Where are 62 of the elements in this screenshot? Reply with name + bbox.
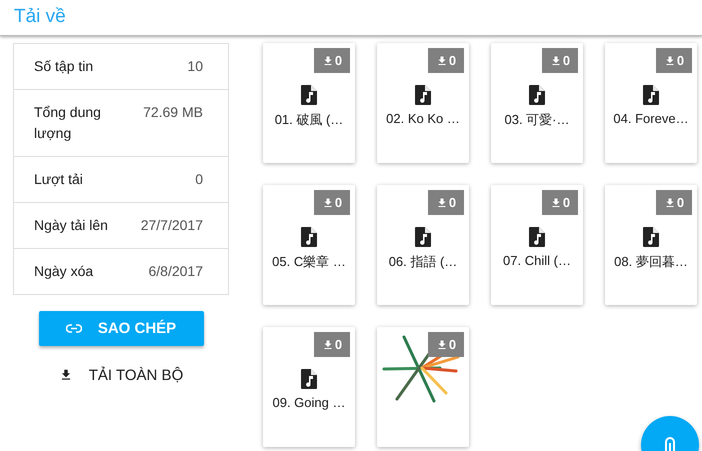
music-file-icon	[415, 85, 431, 105]
download-count: 0	[428, 190, 464, 215]
music-file-icon	[643, 85, 659, 105]
download-icon	[664, 54, 676, 66]
music-file-icon	[529, 85, 545, 105]
file-card[interactable]: 04. Foreve… 0	[605, 43, 697, 163]
file-name: 03. 可愛·…	[504, 111, 570, 129]
info-value: 6/8/2017	[148, 262, 203, 281]
file-name: 08. 夢回暮…	[614, 253, 688, 271]
file-card[interactable]: 08. 夢回暮… 0	[605, 185, 697, 305]
download-count: 0	[314, 190, 350, 215]
file-name: 09. Going …	[272, 395, 346, 410]
download-count: 0	[656, 48, 692, 73]
info-label: Lượt tải	[34, 170, 84, 189]
file-card[interactable]: 05. C樂章 … 0	[263, 185, 355, 305]
paperclip-icon	[663, 436, 677, 451]
info-label: Số tập tin	[34, 57, 94, 76]
info-value: 72.69 MB	[143, 103, 203, 122]
download-count: 0	[314, 48, 350, 73]
file-card[interactable]: 06. 指語 (… 0	[377, 185, 469, 305]
music-file-icon	[301, 369, 317, 389]
download-count: 0	[542, 48, 578, 73]
file-name: 02. Ko Ko …	[386, 111, 460, 126]
download-icon	[322, 54, 334, 66]
file-name: 01. 破風 (…	[274, 111, 344, 129]
download-icon	[436, 54, 448, 66]
download-icon	[550, 54, 562, 66]
download-icon	[550, 196, 562, 208]
file-card[interactable]: 0	[377, 327, 469, 447]
download-all-button[interactable]: TẢI TOÀN BỘ	[52, 358, 190, 392]
file-card[interactable]: 09. Going … 0	[263, 327, 355, 447]
download-count: 0	[542, 190, 578, 215]
download-count: 0	[428, 48, 464, 73]
download-icon	[436, 196, 448, 208]
link-icon	[66, 324, 82, 333]
music-file-icon	[301, 227, 317, 247]
file-name: 06. 指語 (…	[388, 253, 458, 271]
download-count: 0	[656, 190, 692, 215]
file-card[interactable]: 02. Ko Ko … 0	[377, 43, 469, 163]
file-name: 05. C樂章 …	[272, 253, 346, 271]
info-value: 10	[187, 57, 203, 76]
page-title: Tải về	[14, 6, 66, 28]
download-icon	[664, 196, 676, 208]
info-label: Ngày tải lên	[34, 216, 109, 235]
download-icon	[322, 338, 334, 350]
info-value: 27/7/2017	[140, 216, 203, 235]
music-file-icon	[415, 227, 431, 247]
info-label: Tổng dung lượng	[34, 103, 102, 143]
file-card[interactable]: 07. Chill (… 0	[491, 185, 583, 305]
download-icon	[436, 338, 448, 350]
file-name: 07. Chill (…	[503, 253, 571, 268]
music-file-icon	[529, 227, 545, 247]
download-icon	[322, 196, 334, 208]
download-count: 0	[314, 332, 350, 357]
info-label: Ngày xóa	[34, 262, 94, 281]
file-name: 04. Foreve…	[613, 111, 689, 126]
music-file-icon	[301, 85, 317, 105]
download-count: 0	[428, 332, 464, 357]
file-card[interactable]: 03. 可愛·… 0	[491, 43, 583, 163]
file-card[interactable]: 01. 破風 (… 0	[263, 43, 355, 163]
info-value: 0	[195, 170, 203, 189]
music-file-icon	[643, 227, 659, 247]
